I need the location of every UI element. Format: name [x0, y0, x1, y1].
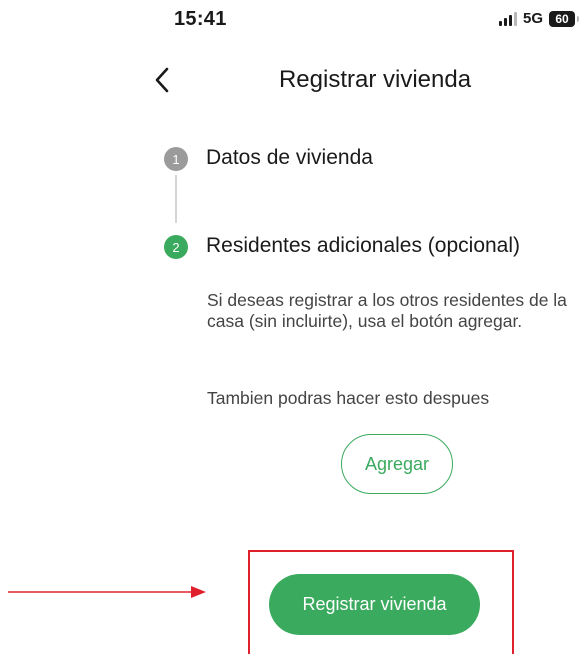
step-description: Si deseas registrar a los otros resident… — [207, 290, 567, 331]
status-indicators: 5G 60 — [498, 10, 579, 27]
screen: 15:41 5G 60 Registrar vivienda 1 Datos d… — [0, 0, 585, 654]
signal-icon — [498, 11, 517, 26]
status-time: 15:41 — [174, 8, 227, 30]
step-1-indicator: 1 — [164, 147, 188, 171]
register-home-button[interactable]: Registrar vivienda — [269, 574, 480, 635]
step-1-label: Datos de vivienda — [206, 146, 373, 169]
page-title: Registrar vivienda — [278, 66, 472, 93]
network-label: 5G — [522, 10, 543, 27]
step-2-label: Residentes adicionales (opcional) — [206, 234, 521, 257]
step-connector — [175, 175, 177, 223]
chevron-left-icon — [155, 67, 169, 93]
battery-icon: 60 — [549, 10, 579, 27]
annotation-arrow-icon — [8, 586, 206, 598]
back-button[interactable] — [146, 62, 178, 98]
add-resident-button[interactable]: Agregar — [341, 434, 453, 494]
later-note: Tambien podras hacer esto despues — [207, 388, 490, 408]
battery-level: 60 — [555, 11, 569, 26]
step-2-indicator: 2 — [164, 235, 188, 259]
